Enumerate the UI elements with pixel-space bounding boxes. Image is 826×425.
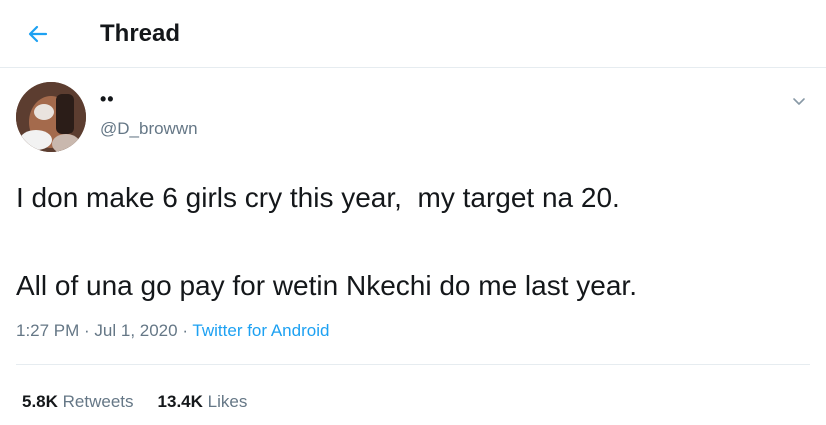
- tweet-menu-button[interactable]: [784, 86, 814, 116]
- retweets-stat[interactable]: 5.8K Retweets: [22, 392, 134, 411]
- likes-label: Likes: [207, 392, 248, 411]
- divider: [16, 364, 810, 365]
- meta-separator: ·: [79, 321, 95, 340]
- avatar-image: [16, 82, 86, 152]
- tweet-meta: 1:27 PM · Jul 1, 2020 · Twitter for Andr…: [16, 319, 329, 343]
- thread-header: Thread: [0, 0, 826, 68]
- tweet-text-line: All of una go pay for wetin Nkechi do me…: [16, 270, 637, 301]
- chevron-down-icon: [793, 98, 805, 105]
- tweet-source-link[interactable]: Twitter for Android: [192, 321, 329, 340]
- display-name[interactable]: ••: [100, 88, 115, 110]
- tweet-stats: 5.8K Retweets 13.4K Likes: [22, 390, 247, 414]
- user-handle[interactable]: @D_browwn: [100, 118, 198, 140]
- likes-count: 13.4K: [157, 392, 203, 411]
- back-button[interactable]: [20, 18, 56, 50]
- likes-stat[interactable]: 13.4K Likes: [158, 392, 248, 411]
- arrow-left-icon: [28, 25, 48, 43]
- tweet-text-line: I don make 6 girls cry this year, my tar…: [16, 182, 620, 213]
- retweets-label: Retweets: [62, 392, 134, 411]
- avatar[interactable]: [16, 82, 86, 152]
- tweet-date[interactable]: Jul 1, 2020: [94, 321, 177, 340]
- meta-separator: ·: [177, 321, 193, 340]
- tweet-text: I don make 6 girls cry this year, my tar…: [16, 176, 806, 308]
- tweet-time[interactable]: 1:27 PM: [16, 321, 79, 340]
- page-title: Thread: [100, 20, 181, 47]
- retweets-count: 5.8K: [22, 392, 58, 411]
